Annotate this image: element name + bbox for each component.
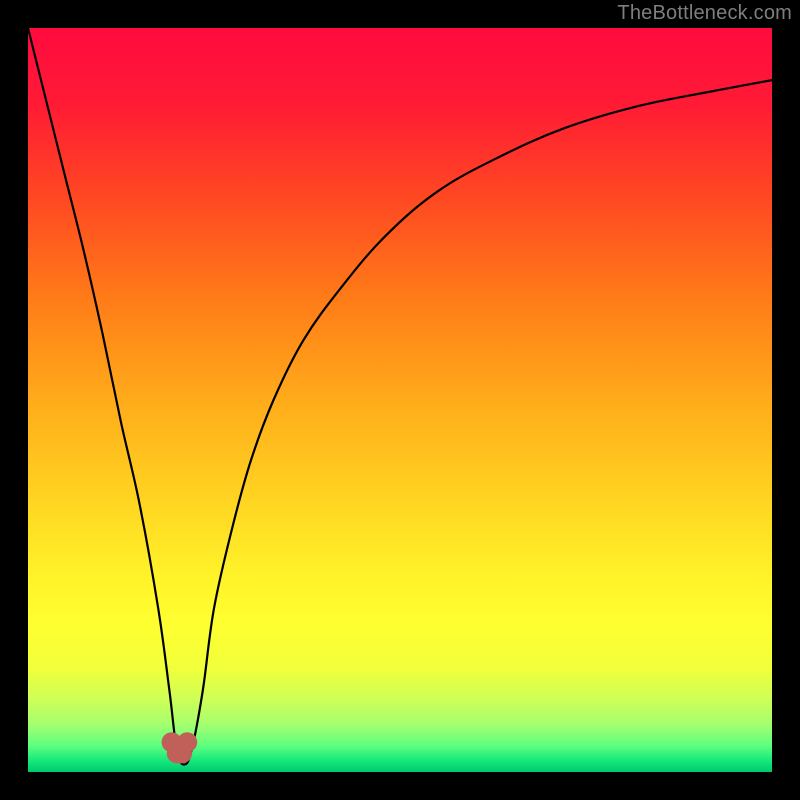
watermark-text: TheBottleneck.com bbox=[617, 2, 792, 25]
chart-frame: TheBottleneck.com bbox=[0, 0, 800, 800]
chart-svg bbox=[28, 28, 772, 772]
min-marker-dot bbox=[177, 732, 197, 752]
chart-plot-area bbox=[28, 28, 772, 772]
gradient-background bbox=[28, 28, 772, 772]
